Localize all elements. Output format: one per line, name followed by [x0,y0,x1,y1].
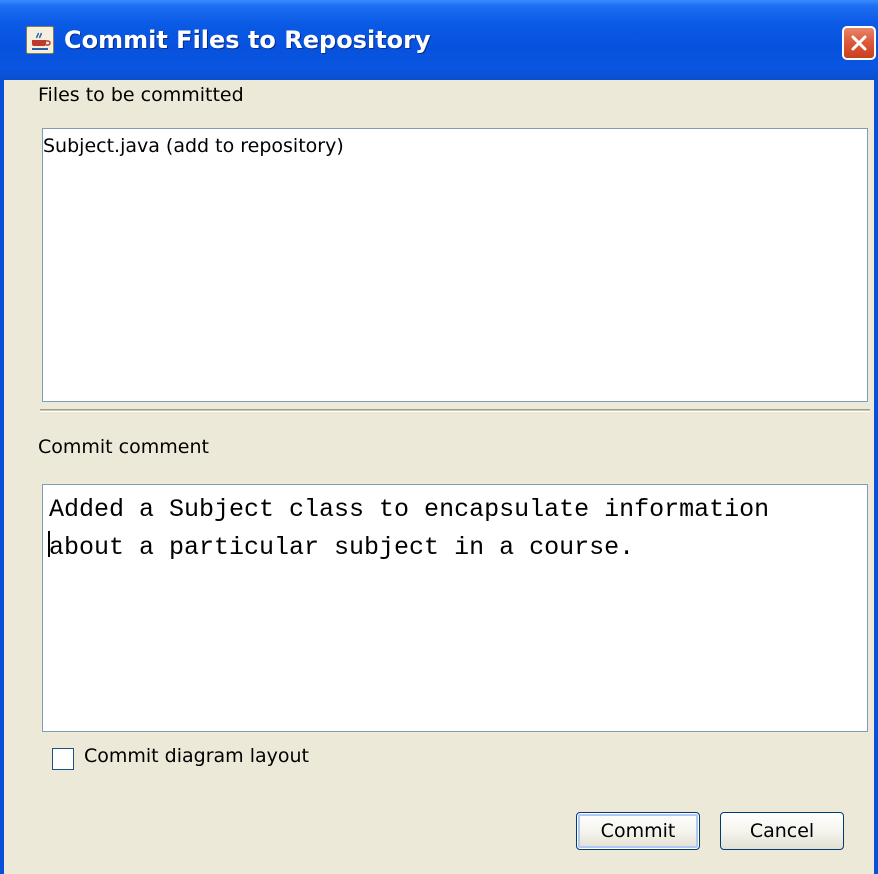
cancel-button[interactable]: Cancel [720,812,844,850]
commit-dialog: Commit Files to Repository Files to be c… [0,0,878,874]
files-list[interactable]: Subject.java (add to repository) [42,128,868,402]
close-button[interactable] [842,26,876,60]
close-icon [851,35,867,51]
comment-line: about a particular subject in a course. [49,533,635,562]
window-title: Commit Files to Repository [64,26,431,54]
commit-comment-textarea[interactable]: Added a Subject class to encapsulate inf… [42,484,868,732]
comment-section-label: Commit comment [38,436,209,458]
list-item[interactable]: Subject.java (add to repository) [43,135,344,157]
commit-diagram-layout-label[interactable]: Commit diagram layout [84,745,309,767]
text-caret [48,531,50,557]
files-section-label: Files to be committed [38,84,244,106]
commit-diagram-layout-checkbox[interactable] [52,748,74,770]
split-pane-divider[interactable] [40,409,870,412]
title-bar[interactable]: Commit Files to Repository [0,0,878,80]
java-coffee-cup-icon [26,26,54,54]
comment-line: Added a Subject class to encapsulate inf… [49,495,770,524]
commit-button[interactable]: Commit [576,812,700,850]
